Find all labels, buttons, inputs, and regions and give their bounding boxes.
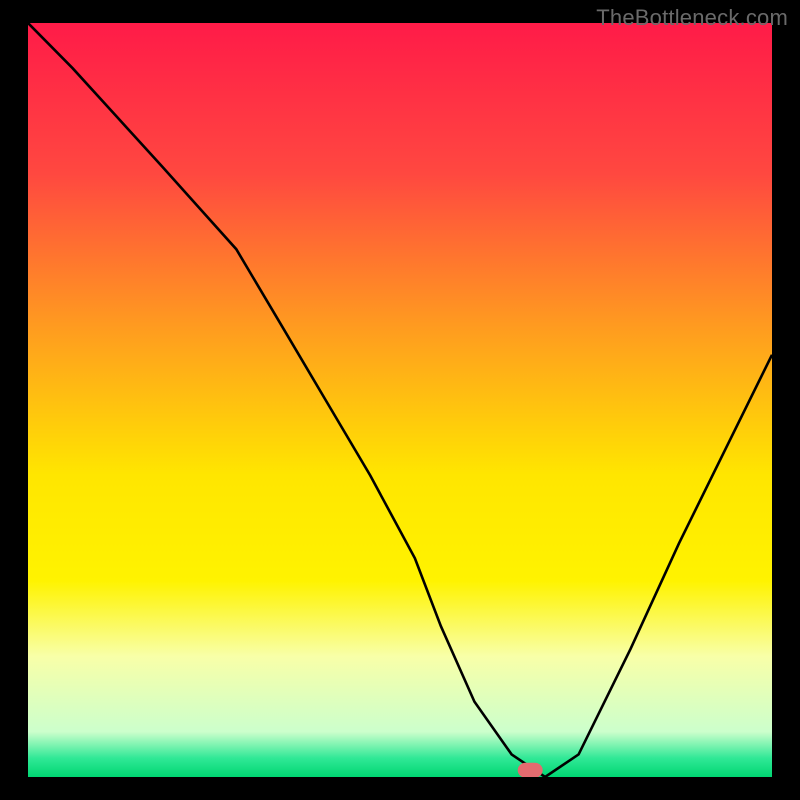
gradient-background bbox=[28, 23, 772, 777]
attribution-watermark: TheBottleneck.com bbox=[596, 5, 788, 31]
optimum-marker bbox=[518, 763, 543, 777]
chart-frame: TheBottleneck.com bbox=[0, 0, 800, 800]
chart-svg bbox=[28, 23, 772, 777]
plot-area bbox=[28, 23, 772, 777]
